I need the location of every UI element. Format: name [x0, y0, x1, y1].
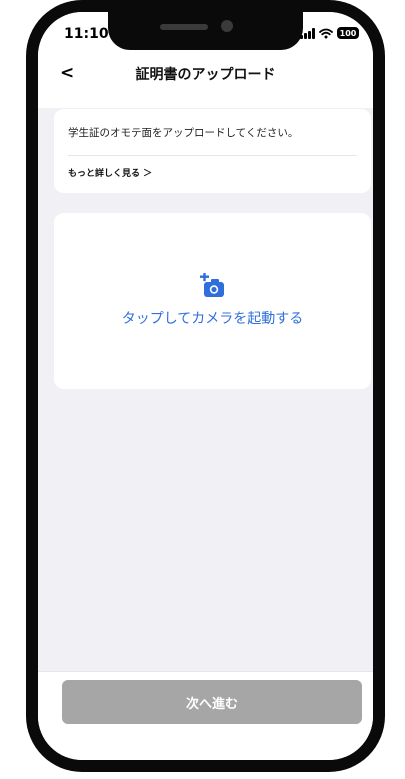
wifi-icon	[319, 28, 333, 38]
card-divider	[68, 155, 357, 156]
instruction-card: 学生証のオモテ面をアップロードしてください。 もっと詳しく見る ＞	[54, 109, 371, 193]
page-title: 証明書のアップロード	[135, 67, 276, 83]
more-details-link[interactable]: もっと詳しく見る ＞	[68, 166, 152, 179]
bottom-action-bar: 次へ進む	[38, 671, 373, 760]
nav-header: < 証明書のアップロード	[38, 60, 373, 90]
camera-launch-card[interactable]: タップしてカメラを起動する	[54, 213, 371, 389]
battery-icon: 100	[337, 27, 359, 39]
status-time: 11:10	[64, 26, 109, 42]
front-camera	[221, 20, 233, 32]
device-notch	[108, 12, 303, 50]
status-indicators: 100	[300, 27, 359, 39]
next-button[interactable]: 次へ進む	[62, 680, 362, 724]
signal-icon	[300, 27, 315, 39]
speaker-grille	[160, 24, 208, 30]
add-camera-icon	[200, 273, 224, 297]
camera-launch-label: タップしてカメラを起動する	[121, 311, 304, 327]
app-screen: 11:10 100 < 証明書のアップロード 学生証のオモテ面をアップロードして…	[38, 12, 373, 760]
phone-frame: 11:10 100 < 証明書のアップロード 学生証のオモテ面をアップロードして…	[26, 0, 385, 772]
instruction-text: 学生証のオモテ面をアップロードしてください。	[68, 127, 299, 139]
